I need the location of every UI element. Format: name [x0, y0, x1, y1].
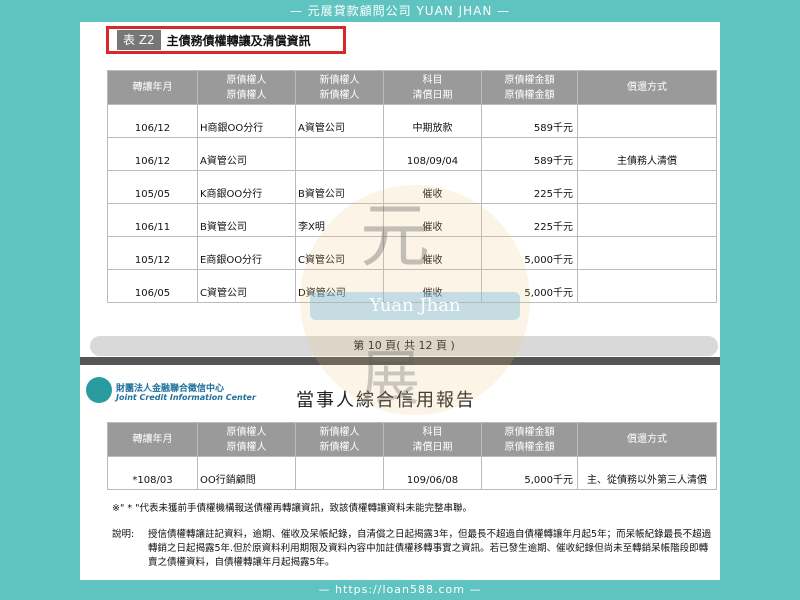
- cell-repayment-method: [577, 269, 717, 303]
- table-tag: 表 Z2: [117, 30, 161, 50]
- cell-transfer-date: 105/12: [107, 236, 198, 270]
- header-amount: 原債權金額 原債權金額: [481, 70, 578, 105]
- table-row: 106/12 H商銀OO分行 A資管公司 中期放款 589千元: [107, 104, 717, 138]
- watermark-char-top: 元: [360, 195, 430, 277]
- cell-new-creditor: [295, 456, 384, 490]
- cell-amount: 225千元: [481, 203, 578, 237]
- watermark-char-bottom: 展: [360, 344, 420, 414]
- cell-original-creditor: C資管公司: [197, 269, 296, 303]
- cell-repayment-method: 主、從債務以外第三人清償: [577, 456, 717, 490]
- cell-transfer-date: *108/03: [107, 456, 198, 490]
- table-row: 106/12 A資管公司 108/09/04 589千元 主債務人清償: [107, 137, 717, 171]
- table-header-row: 轉讓年月 原債權人 原債權人 新債權人 新債權人 科目 清償日期 原債權金額 原債權金額…: [107, 422, 717, 457]
- jcic-logo-icon: [86, 377, 112, 403]
- cell-original-creditor: B資管公司: [197, 203, 296, 237]
- cell-amount: 589千元: [481, 137, 578, 171]
- note-label: 說明:: [112, 529, 135, 540]
- note-body: 授信債權轉讓註記資料，逾期、催收及呆帳紀錄，自清償之日起揭露3年，但最長不超過自…: [148, 529, 712, 568]
- cell-item: 108/09/04: [383, 137, 482, 171]
- cell-transfer-date: 106/05: [107, 269, 198, 303]
- header-new-creditor: 新債權人 新債權人: [295, 70, 384, 105]
- table-caption-highlight: 表 Z2 主債務債權轉讓及清償資訊: [106, 26, 346, 54]
- note-explanation: 說明: 授信債權轉讓註記資料，逾期、催收及呆帳紀錄，自清償之日起揭露3年，但最長…: [112, 528, 712, 570]
- cell-item: 中期放款: [383, 104, 482, 138]
- cell-transfer-date: 106/12: [107, 137, 198, 171]
- cell-amount: 5,000千元: [481, 456, 578, 490]
- cell-transfer-date: 106/11: [107, 203, 198, 237]
- cell-repayment-method: 主債務人清償: [577, 137, 717, 171]
- header-item: 科目 清償日期: [383, 70, 482, 105]
- cell-amount: 589千元: [481, 104, 578, 138]
- org-name-english: Joint Credit Information Center: [116, 393, 256, 402]
- header-repayment-method: 償還方式: [577, 70, 717, 105]
- cell-repayment-method: [577, 104, 717, 138]
- site-header-banner: — 元展貸款顧問公司 YUAN JHAN —: [289, 4, 511, 18]
- header-transfer-date: 轉讓年月: [107, 70, 198, 105]
- header-transfer-date: 轉讓年月: [107, 422, 198, 457]
- cell-original-creditor: H商銀OO分行: [197, 104, 296, 138]
- cell-original-creditor: E商銀OO分行: [197, 236, 296, 270]
- header-item: 科目 清償日期: [383, 422, 482, 457]
- watermark-band: Yuan Jhan: [310, 292, 520, 320]
- cell-original-creditor: OO行銷顧問: [197, 456, 296, 490]
- cell-transfer-date: 105/05: [107, 170, 198, 204]
- cell-new-creditor: [295, 137, 384, 171]
- header-new-creditor: 新債權人 新債權人: [295, 422, 384, 457]
- cell-original-creditor: A資管公司: [197, 137, 296, 171]
- header-amount: 原債權金額 原債權金額: [481, 422, 578, 457]
- cell-transfer-date: 106/12: [107, 104, 198, 138]
- table-row: *108/03 OO行銷顧問 109/06/08 5,000千元 主、從債務以外…: [107, 456, 717, 490]
- cell-repayment-method: [577, 203, 717, 237]
- note-asterisk: ※" * "代表未獲前手債權機構報送債權再轉讓資訊，致該債權轉讓資料未能完整串聯…: [112, 503, 472, 514]
- cell-repayment-method: [577, 236, 717, 270]
- debt-transfer-table-2: 轉讓年月 原債權人 原債權人 新債權人 新債權人 科目 清償日期 原債權金額 原債權金額…: [107, 422, 717, 490]
- cell-original-creditor: K商銀OO分行: [197, 170, 296, 204]
- cell-amount: 225千元: [481, 170, 578, 204]
- header-original-creditor: 原債權人 原債權人: [197, 70, 296, 105]
- header-original-creditor: 原債權人 原債權人: [197, 422, 296, 457]
- table-header-row: 轉讓年月 原債權人 原債權人 新債權人 新債權人 科目 清償日期 原債權金額 原債權金額…: [107, 70, 717, 105]
- table-caption: 主債務債權轉讓及清償資訊: [166, 33, 311, 48]
- cell-amount: 5,000千元: [481, 236, 578, 270]
- site-footer-banner: — https://loan588.com —: [318, 583, 482, 596]
- cell-item: 109/06/08: [383, 456, 482, 490]
- cell-repayment-method: [577, 170, 717, 204]
- header-repayment-method: 償還方式: [577, 422, 717, 457]
- cell-new-creditor: A資管公司: [295, 104, 384, 138]
